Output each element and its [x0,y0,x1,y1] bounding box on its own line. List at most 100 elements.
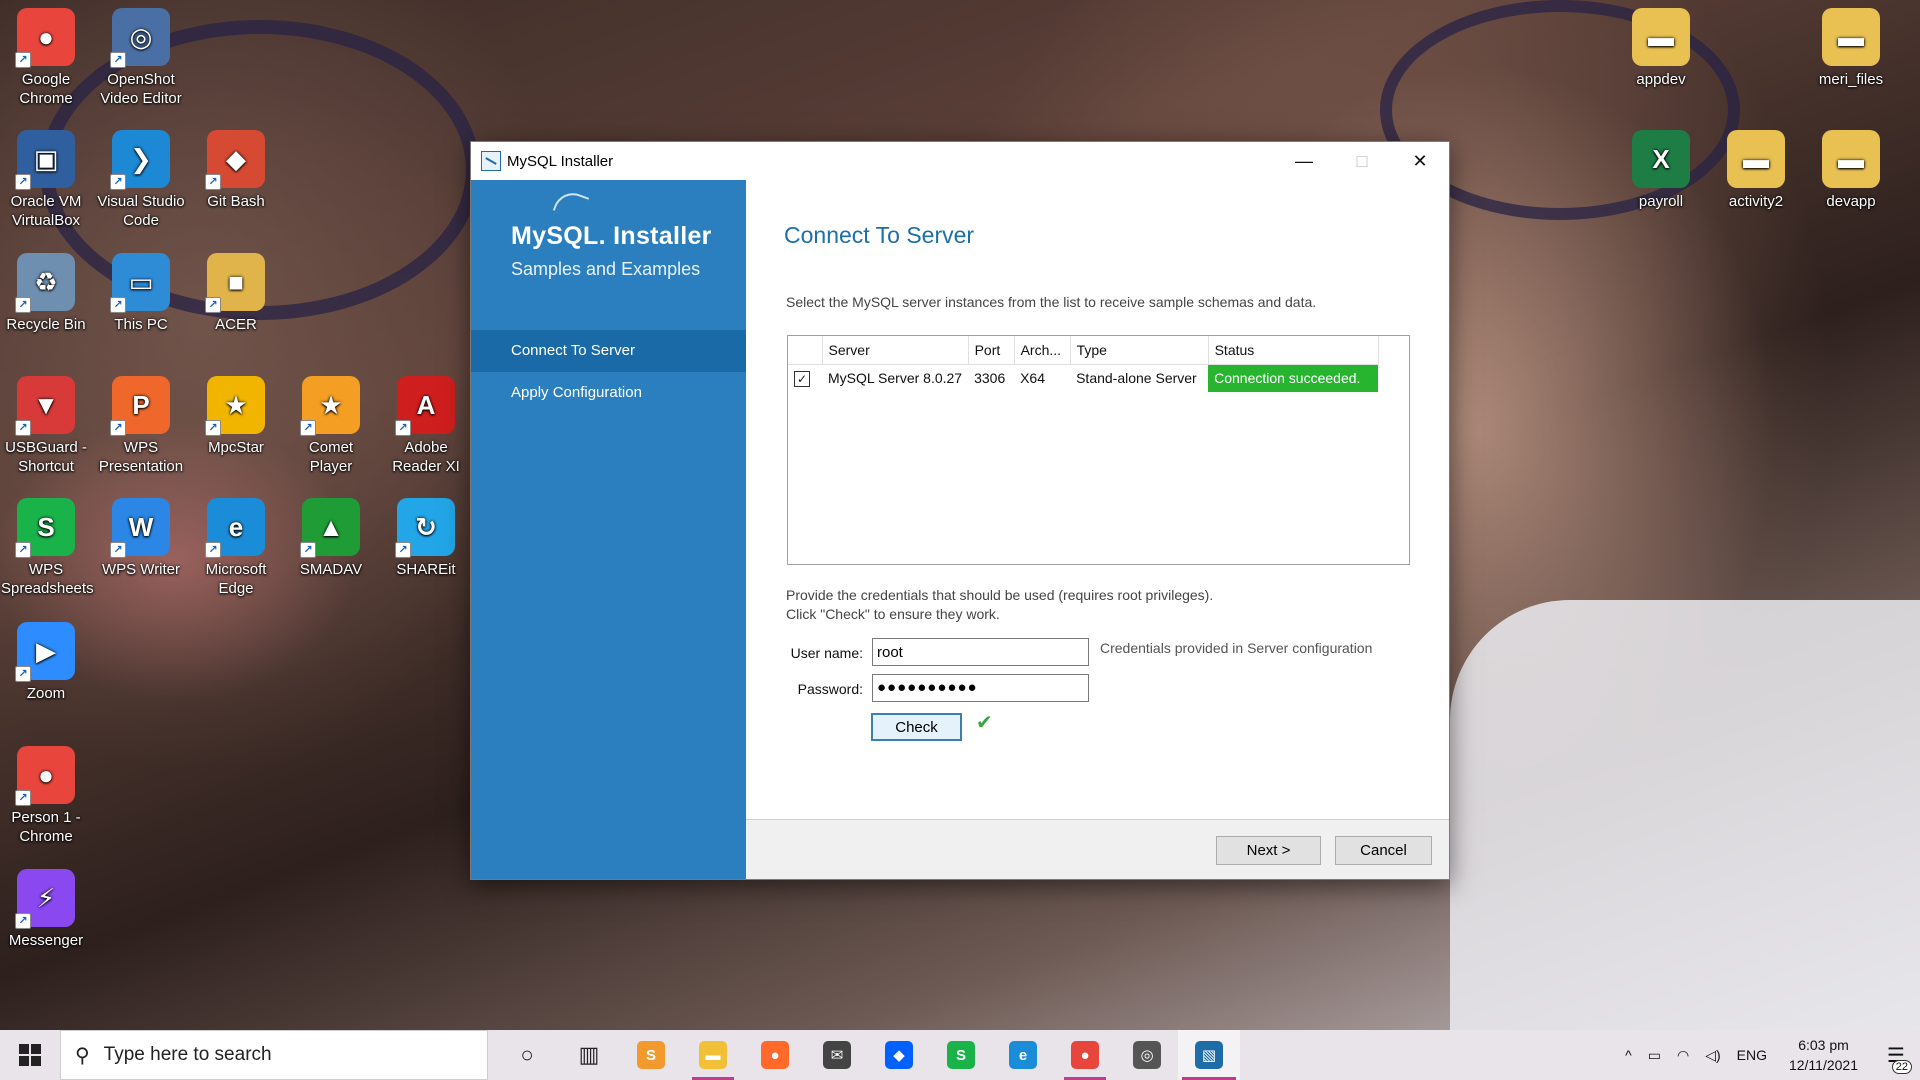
desktop-icon-label: This PC [114,316,168,333]
edge-icon: e [1009,1041,1037,1069]
shortcut-arrow-icon: ↗ [110,52,126,68]
column-header[interactable]: Type [1070,336,1209,365]
mysql-installer-icon: ▧ [1195,1041,1223,1069]
recycle-bin-icon: ♻ ↗ [15,253,75,313]
title-bar[interactable]: MySQL Installer — □ ✕ [471,142,1449,180]
desktop-icon-label: Microsoft Edge [205,561,267,597]
desktop-icon-shareit[interactable]: ↻ ↗ SHAREit [381,498,471,579]
desktop-icon-person-1-chrome[interactable]: ● ↗ Person 1 - Chrome [1,746,91,846]
shortcut-arrow-icon: ↗ [15,542,31,558]
battery-icon[interactable]: ▭ [1640,1047,1669,1064]
close-button[interactable]: ✕ [1391,142,1449,180]
shortcut-arrow-icon: ↗ [395,542,411,558]
column-header[interactable]: Arch... [1014,336,1071,365]
desktop-icon-wps-writer[interactable]: W ↗ WPS Writer [96,498,186,579]
file-explorer-icon: ▬ [699,1041,727,1069]
main-panel: Connect To Server Select the MySQL serve… [746,180,1449,879]
status-cell: Connection succeeded. [1208,364,1379,392]
cancel-button[interactable]: Cancel [1335,836,1432,865]
wps-writer-icon: W ↗ [110,498,170,558]
sublime-text-icon: S [637,1041,665,1069]
taskbar-chrome[interactable]: ● [1054,1030,1116,1080]
clock[interactable]: 6:03 pm 12/11/2021 [1775,1035,1872,1075]
volume-icon[interactable]: ◁) [1697,1047,1728,1064]
shortcut-arrow-icon: ↗ [15,297,31,313]
microsoft-edge-icon: e ↗ [205,498,265,558]
checkbox-cell[interactable]: ✓ [788,364,822,392]
desktop-icon-usbguard-shortcut[interactable]: ▼ ↗ USBGuard - Shortcut [1,376,91,476]
language-indicator[interactable]: ENG [1729,1047,1775,1063]
google-chrome-icon: ● ↗ [15,8,75,68]
desktop-icon-this-pc[interactable]: ▭ ↗ This PC [96,253,186,334]
clock-time: 6:03 pm [1798,1037,1849,1053]
desktop-icon-activity2[interactable]: ▬ activity2 [1711,130,1801,211]
desktop-icon-wps-spreadsheets[interactable]: S ↗ WPS Spreadsheets [1,498,94,598]
taskbar-mail[interactable]: ✉ [806,1030,868,1080]
mpcstar-icon: ★ ↗ [205,376,265,436]
taskbar-firefox[interactable]: ● [744,1030,806,1080]
taskbar-edge[interactable]: e [992,1030,1054,1080]
desktop-icon-adobe-reader-xi[interactable]: A ↗ Adobe Reader XI [381,376,471,476]
column-header[interactable]: Server [822,336,969,365]
taskbar-cortana[interactable]: ○ [496,1030,558,1080]
desktop-icon-devapp[interactable]: ▬ devapp [1806,130,1896,211]
taskbar-file-explorer[interactable]: ▬ [682,1030,744,1080]
dolphin-logo-icon [552,187,590,221]
shortcut-arrow-icon: ↗ [205,420,221,436]
desktop-icon-appdev[interactable]: ▬ appdev [1616,8,1706,89]
devapp-icon: ▬ [1822,130,1880,188]
taskbar-dropbox[interactable]: ◆ [868,1030,930,1080]
wizard-footer: Next > Cancel [746,819,1449,879]
table-row[interactable]: ✓ MySQL Server 8.0.27 3306 X64 Stand-alone S… [788,364,1379,392]
column-header[interactable] [788,336,823,365]
taskbar-wps-office[interactable]: S [930,1030,992,1080]
desktop-icon-visual-studio-code[interactable]: ❯ ↗ Visual Studio Code [96,130,186,230]
shortcut-arrow-icon: ↗ [300,420,316,436]
desktop-icon-wps-presentation[interactable]: P ↗ WPS Presentation [96,376,186,476]
desktop-icon-label: appdev [1636,71,1686,88]
next-button[interactable]: Next > [1216,836,1321,865]
openshot-video-editor-icon: ◎ ↗ [110,8,170,68]
desktop-icon-acer[interactable]: ■ ↗ ACER [191,253,281,334]
visual-studio-code-icon: ❯ ↗ [110,130,170,190]
sidebar-item-connect-to-server[interactable]: Connect To Server [471,330,746,372]
desktop-icon-oracle-vm-virtualbox[interactable]: ▣ ↗ Oracle VM VirtualBox [1,130,91,230]
desktop-icon-label: payroll [1638,193,1684,210]
desktop-icon-label: USBGuard - Shortcut [5,439,87,475]
desktop-icon-label: Oracle VM VirtualBox [10,193,82,229]
minimize-button[interactable]: — [1275,142,1333,180]
desktop-icon-zoom[interactable]: ▶ ↗ Zoom [1,622,91,703]
column-header[interactable]: Port [968,336,1015,365]
taskbar-mysql-installer[interactable]: ▧ [1178,1030,1240,1080]
notification-icon[interactable]: ☰ 22 [1872,1043,1920,1074]
taskbar-media-player[interactable]: ◎ [1116,1030,1178,1080]
password-input[interactable]: ●●●●●●●●●● [872,674,1089,702]
desktop-icon-comet-player[interactable]: ★ ↗ Comet Player [286,376,376,476]
desktop-icon-git-bash[interactable]: ◆ ↗ Git Bash [191,130,281,211]
this-pc-icon: ▭ ↗ [110,253,170,313]
check-button[interactable]: Check [871,713,962,741]
desktop-icon-recycle-bin[interactable]: ♻ ↗ Recycle Bin [1,253,91,334]
shortcut-arrow-icon: ↗ [15,52,31,68]
start-button[interactable] [0,1030,60,1080]
desktop-icon-meri-files[interactable]: ▬ meri_files [1806,8,1896,89]
messenger-icon: ⚡ ↗ [15,869,75,929]
username-input[interactable] [872,638,1089,666]
tray-chevron-icon[interactable]: ^ [1617,1047,1640,1063]
desktop-icon-payroll[interactable]: Xpayroll [1616,130,1706,211]
meri-files-icon: ▬ [1822,8,1880,66]
taskbar-sublime-text[interactable]: S [620,1030,682,1080]
desktop-icon-google-chrome[interactable]: ● ↗ Google Chrome [1,8,91,108]
taskbar-search[interactable]: ⚲ Type here to search [60,1030,488,1080]
desktop-icon-mpcstar[interactable]: ★ ↗ MpcStar [191,376,281,457]
desktop-icon-microsoft-edge[interactable]: e ↗ Microsoft Edge [191,498,281,598]
desktop-icon-messenger[interactable]: ⚡ ↗ Messenger [1,869,91,950]
server-checkbox[interactable]: ✓ [794,370,810,387]
column-header[interactable]: Status [1208,336,1379,365]
sidebar-item-apply-configuration[interactable]: Apply Configuration [471,372,746,414]
taskbar-task-view[interactable]: ▥ [558,1030,620,1080]
server-list[interactable]: Server Port Arch... Type Status ✓ MySQL Serve… [787,335,1410,565]
desktop-icon-openshot-video-editor[interactable]: ◎ ↗ OpenShot Video Editor [96,8,186,108]
wifi-icon[interactable]: ◠ [1669,1047,1697,1064]
desktop-icon-smadav[interactable]: ▲ ↗ SMADAV [286,498,376,579]
